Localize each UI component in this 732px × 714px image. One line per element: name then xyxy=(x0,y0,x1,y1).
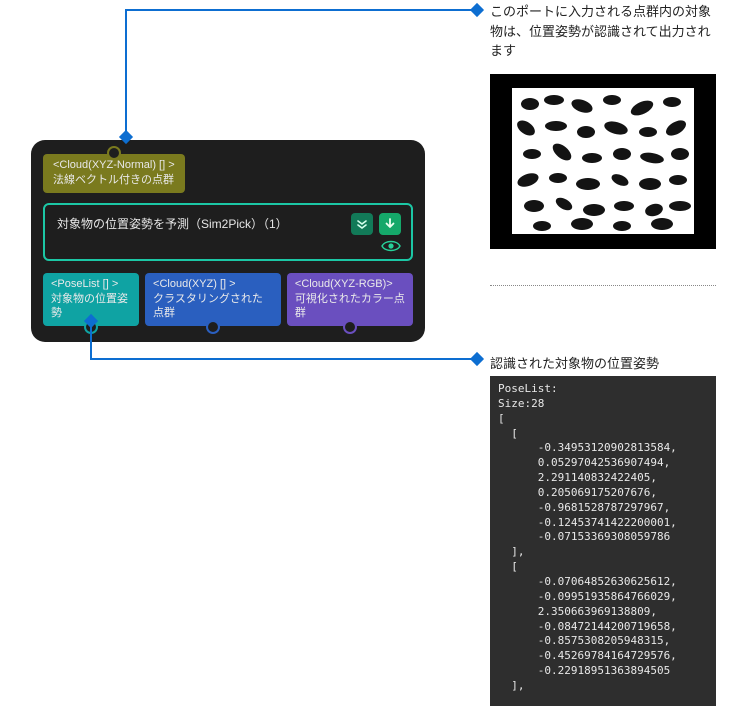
step-node: <Cloud(XYZ-Normal) [] > 法線ベクトル付きの点群 対象物の… xyxy=(31,140,425,342)
connector-line xyxy=(125,9,475,11)
section-divider xyxy=(490,285,716,286)
node-header[interactable]: 対象物の位置姿勢を予測（Sim2Pick）（1） xyxy=(43,203,413,261)
connector-line xyxy=(90,358,475,360)
poselist-output-panel: PoseList: Size:28 [ [ -0.349531209028135… xyxy=(490,376,716,706)
input-port-cloud-normal[interactable]: <Cloud(XYZ-Normal) [] > 法線ベクトル付きの点群 xyxy=(43,154,185,193)
output-port-color-cloud[interactable]: <Cloud(XYZ-RGB)> 可視化されたカラー点群 xyxy=(287,273,413,327)
visibility-icon[interactable] xyxy=(381,239,401,253)
port-type-label: <Cloud(XYZ-RGB)> xyxy=(295,277,405,292)
callout-input-description: このポートに入力される点群内の対象物は、位置姿勢が認識されて出力されます xyxy=(490,2,720,61)
output-port-cluster-cloud[interactable]: <Cloud(XYZ) [] > クラスタリングされた点群 xyxy=(145,273,281,327)
pointcloud-thumbnail xyxy=(490,74,716,249)
run-icon[interactable] xyxy=(379,213,401,235)
output-ports-row: <PoseList [] > 対象物の位置姿勢 <Cloud(XYZ) [] >… xyxy=(43,273,413,327)
node-title: 対象物の位置姿勢を予測（Sim2Pick）（1） xyxy=(57,213,288,232)
port-name-label: 法線ベクトル付きの点群 xyxy=(53,173,175,188)
collapse-icon[interactable] xyxy=(351,213,373,235)
connector-end-diamond xyxy=(470,352,484,366)
port-name-label: クラスタリングされた点群 xyxy=(153,292,273,322)
port-name-label: 可視化されたカラー点群 xyxy=(295,292,405,322)
connector-line xyxy=(125,9,127,135)
callout-output-description: 認識された対象物の位置姿勢 xyxy=(490,353,659,372)
port-type-label: <Cloud(XYZ-Normal) [] > xyxy=(53,158,175,173)
port-type-label: <PoseList [] > xyxy=(51,277,131,292)
connector-end-diamond xyxy=(470,3,484,17)
port-type-label: <Cloud(XYZ) [] > xyxy=(153,277,273,292)
node-header-icons xyxy=(351,213,401,253)
